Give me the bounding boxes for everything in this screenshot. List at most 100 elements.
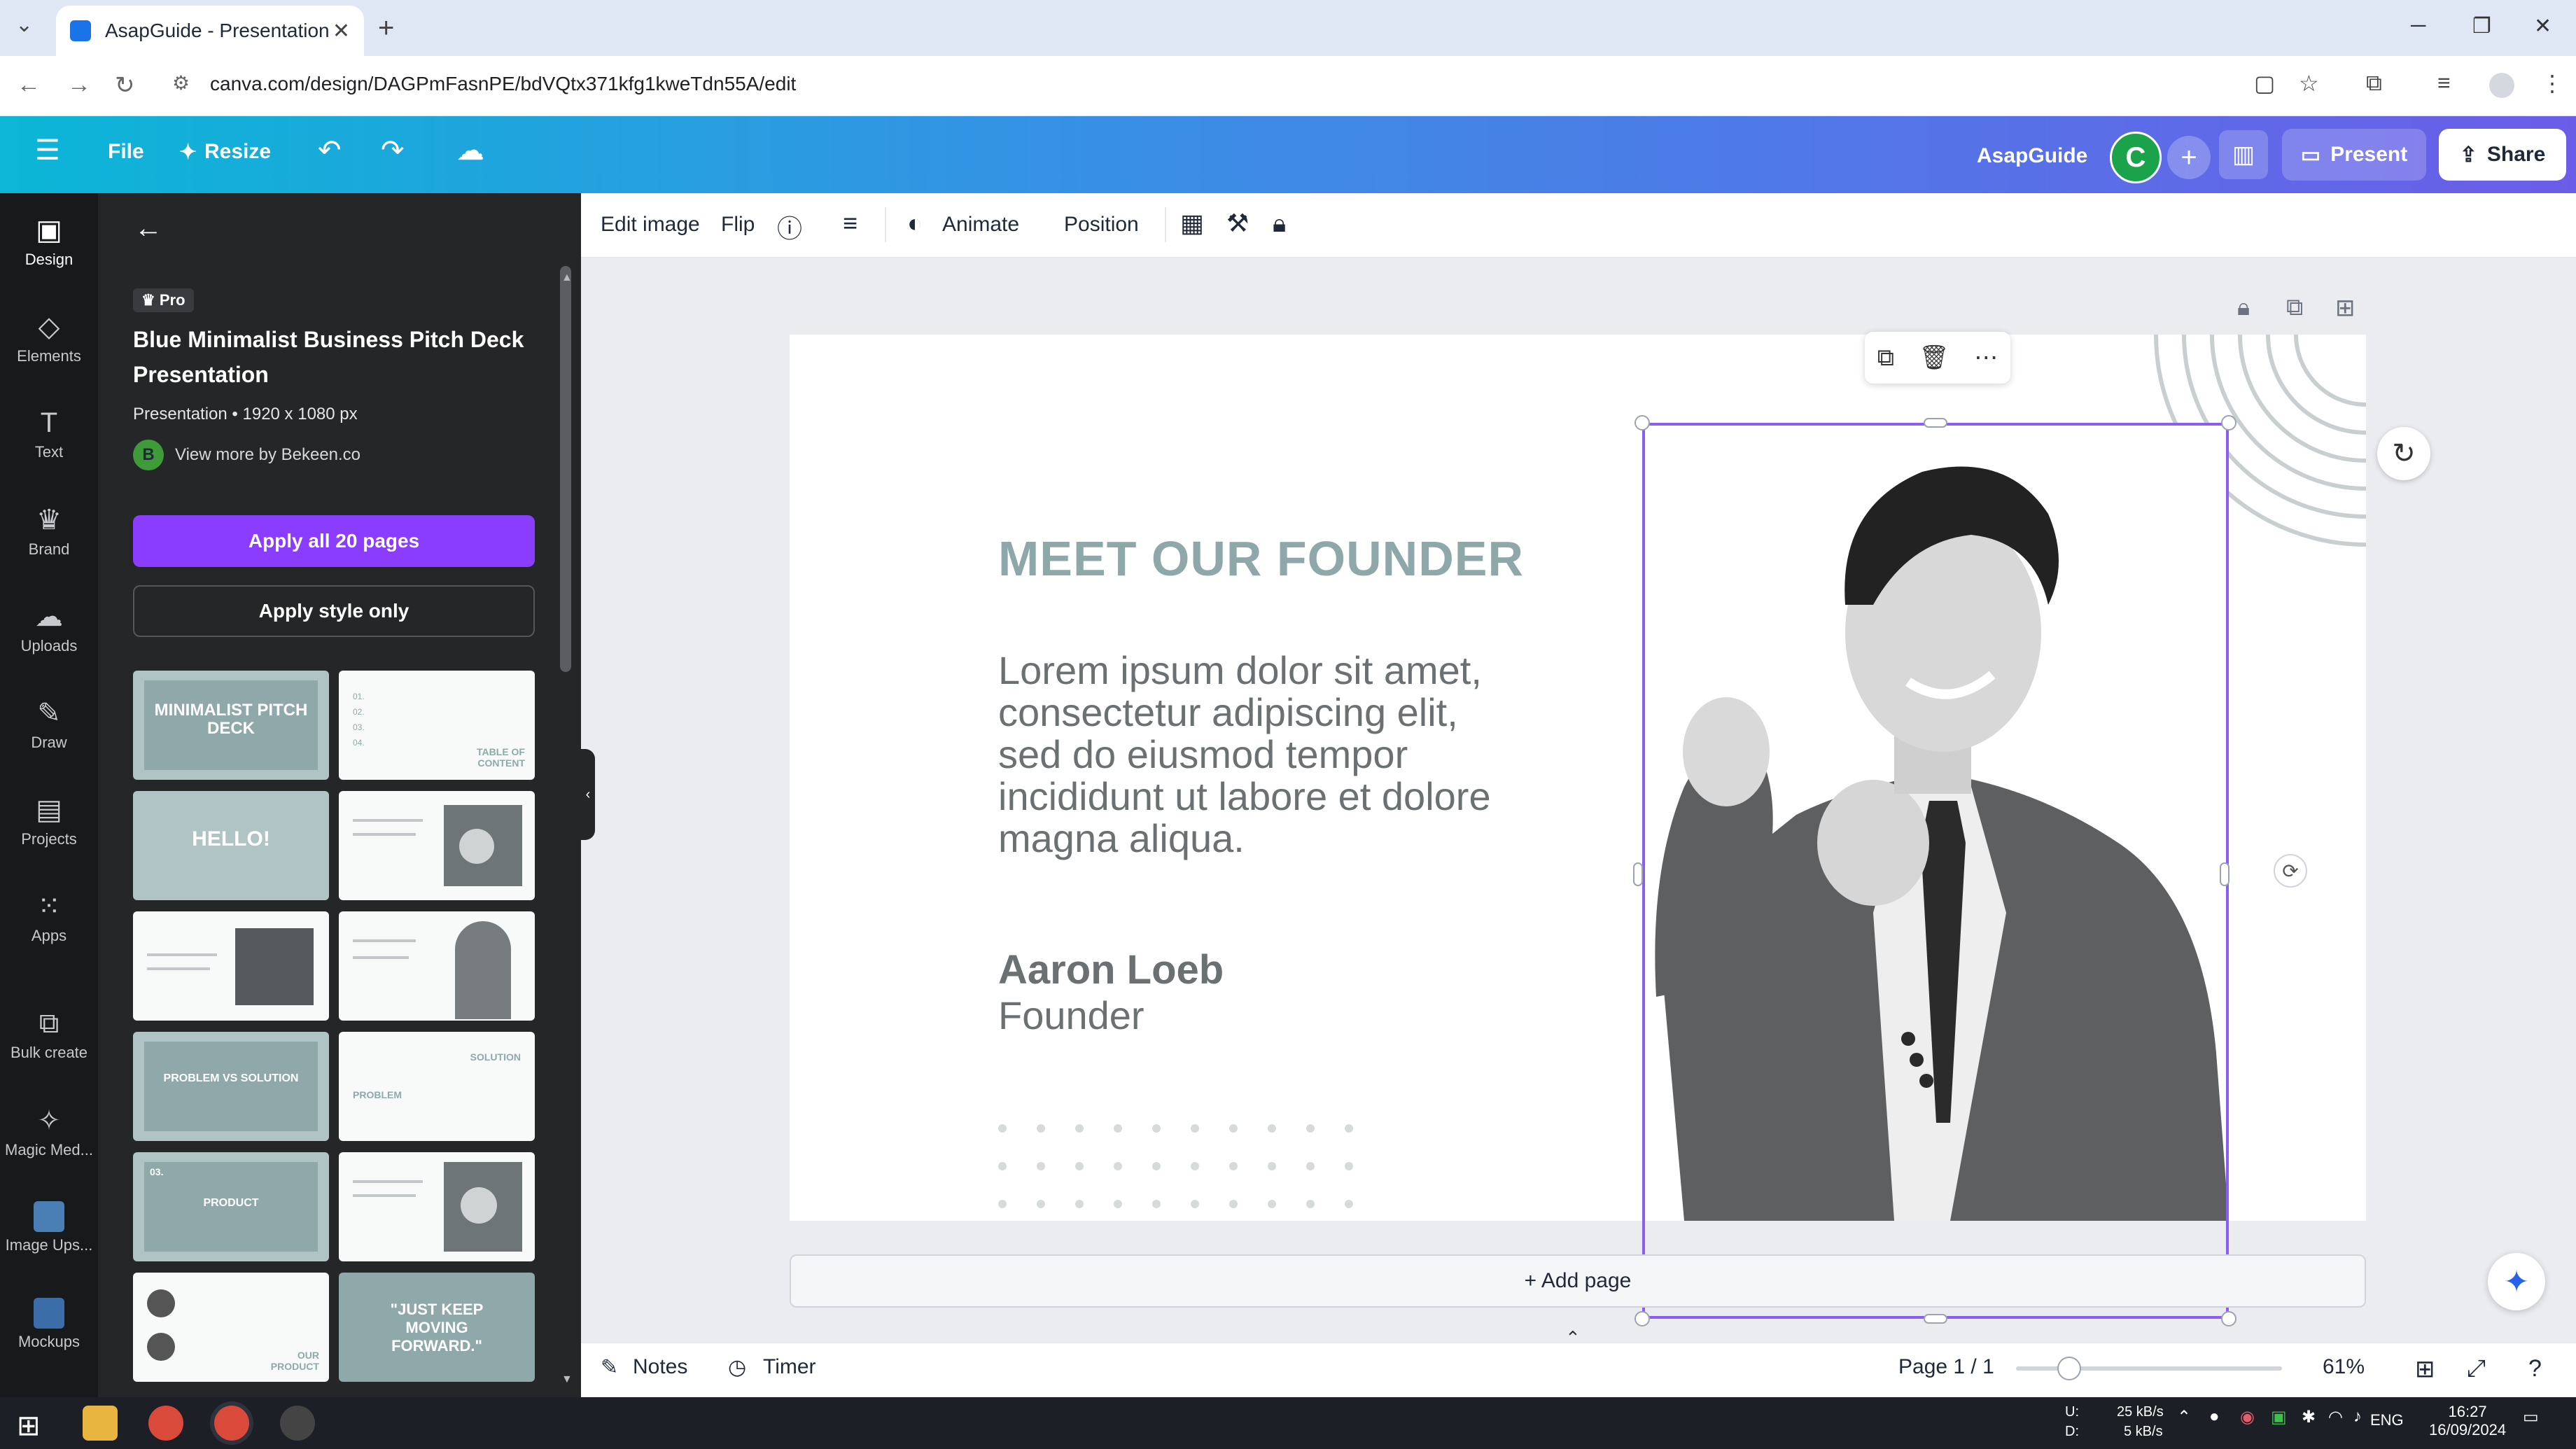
animate-button[interactable]: Animate (942, 213, 1019, 237)
clock[interactable]: 16:27 16/09/2024 (2429, 1403, 2506, 1439)
reload-icon[interactable]: ↻ (115, 71, 135, 99)
extensions-icon[interactable]: ⧉ (2366, 70, 2382, 97)
resize-handle-bottom-left[interactable] (1634, 1311, 1650, 1326)
rail-item-design[interactable]: ▣ Design (0, 214, 98, 269)
fullscreen-icon[interactable]: ⤢ (2467, 1355, 2486, 1382)
rail-item-projects[interactable]: ▤ Projects (0, 794, 98, 848)
slide-title[interactable]: MEET OUR FOUNDER (998, 531, 1524, 587)
resize-handle-left[interactable] (1633, 862, 1643, 886)
grid-view-icon[interactable]: ⊞ (2415, 1355, 2435, 1383)
forward-icon[interactable]: → (67, 71, 91, 99)
undo-icon[interactable]: ↶ (318, 134, 342, 167)
page-thumbnail-3[interactable]: HELLO! (133, 791, 329, 900)
edit-image-button[interactable]: Edit image (601, 213, 700, 237)
cloud-save-icon[interactable]: ☁ (456, 134, 484, 167)
slide-body-text[interactable]: Lorem ipsum dolor sit amet, consectetur … (998, 650, 1530, 860)
url-field[interactable]: canva.com/design/DAGPmFasnPE/bdVQtx371kf… (210, 73, 796, 95)
site-info-icon[interactable]: ⚙ (172, 71, 190, 94)
magic-assistant-icon[interactable]: ✦ (2488, 1253, 2545, 1310)
nvidia-icon[interactable]: ▣ (2271, 1407, 2287, 1427)
new-tab-icon[interactable]: + (378, 13, 394, 44)
start-windows-icon[interactable]: ⊞ (17, 1410, 41, 1442)
page-thumbnail-4[interactable] (339, 791, 535, 900)
close-window-icon[interactable]: ✕ (2534, 14, 2552, 38)
chrome-active-icon[interactable] (214, 1406, 249, 1441)
rotate-handle-icon[interactable]: ⟳ (2274, 854, 2307, 888)
page-indicator[interactable]: Page 1 / 1 (1898, 1355, 1994, 1379)
record-icon[interactable]: ◉ (2240, 1407, 2255, 1427)
flip-button[interactable]: Flip (721, 213, 755, 237)
resize-handle-bottom[interactable] (1924, 1314, 1947, 1324)
timer-button[interactable]: Timer (763, 1355, 816, 1379)
redo-icon[interactable]: ↷ (381, 134, 405, 167)
save-page-icon[interactable]: ▢ (2254, 70, 2275, 97)
collapse-panel-handle[interactable]: ‹ (581, 749, 595, 840)
notifications-icon[interactable]: ▭ (2523, 1407, 2539, 1427)
scroll-up-icon[interactable]: ▲ (561, 272, 573, 284)
profile-avatar[interactable] (2489, 73, 2514, 98)
zoom-level[interactable]: 61% (2323, 1355, 2365, 1379)
tab-search-icon[interactable]: ⌄ (15, 13, 33, 37)
user-avatar[interactable]: C (2110, 132, 2162, 183)
zoom-slider-knob[interactable] (2057, 1357, 2081, 1380)
help-icon[interactable]: ? (2528, 1355, 2542, 1382)
delete-icon[interactable]: 🗑︎ (1919, 344, 1949, 372)
rail-item-mockups[interactable]: Mockups (0, 1298, 98, 1351)
insights-chart-icon[interactable]: ▥ (2219, 130, 2268, 179)
rail-item-magic-media[interactable]: ✧ Magic Med... (0, 1105, 98, 1159)
rail-item-apps[interactable]: ⁙ Apps (0, 890, 98, 945)
copy-style-icon[interactable]: ⚒ (1226, 209, 1249, 238)
media-controls-icon[interactable]: ≡ (2437, 70, 2451, 96)
info-icon[interactable]: ⓘ (777, 209, 802, 245)
animate-icon[interactable]: ◐ (907, 209, 923, 238)
author-link[interactable]: View more by Bekeen.co (175, 445, 360, 465)
apply-all-pages-button[interactable]: Apply all 20 pages (133, 515, 535, 567)
resize-handle-bottom-right[interactable] (2221, 1311, 2236, 1326)
tray-chevron-icon[interactable]: ⌃ (2177, 1407, 2191, 1427)
rail-item-text[interactable]: T Text (0, 407, 98, 461)
obs-icon[interactable] (280, 1406, 315, 1441)
page-thumbnail-11[interactable]: OUR PRODUCT (133, 1273, 329, 1382)
back-arrow-icon[interactable]: ← (134, 213, 162, 244)
more-options-icon[interactable]: ⋯ (1974, 344, 1998, 372)
browser-menu-icon[interactable]: ⋮ (2541, 70, 2563, 97)
resize-handle-top[interactable] (1924, 418, 1947, 428)
share-button[interactable]: ⇪ Share (2439, 129, 2566, 181)
page-thumbnail-6[interactable] (339, 911, 535, 1021)
page-thumbnail-12[interactable]: "JUST KEEP MOVING FORWARD." (339, 1273, 535, 1382)
restore-icon[interactable]: ❐ (2472, 14, 2491, 38)
zoom-slider[interactable] (2016, 1366, 2282, 1371)
hamburger-menu-icon[interactable]: ☰ (35, 134, 60, 167)
page-thumbnail-2[interactable]: 01. 02. 03. 04. TABLE OF CONTENT (339, 671, 535, 780)
page-thumbnail-1[interactable]: MINIMALIST PITCH DECK (133, 671, 329, 780)
brand-name[interactable]: AsapGuide (1977, 144, 2087, 168)
apply-style-button[interactable]: Apply style only (133, 585, 535, 637)
page-thumbnail-10[interactable] (339, 1152, 535, 1261)
wifi-icon[interactable]: ◠ (2328, 1407, 2343, 1427)
bookmark-star-icon[interactable]: ☆ (2299, 70, 2319, 97)
transparency-icon[interactable]: ▦ (1180, 209, 1204, 238)
chrome-icon[interactable] (148, 1406, 183, 1441)
founder-name[interactable]: Aaron Loeb (998, 946, 1224, 993)
microphone-icon[interactable]: ● (2209, 1407, 2220, 1427)
bluetooth-icon[interactable]: ✱ (2302, 1407, 2316, 1427)
rail-item-draw[interactable]: ✎ Draw (0, 697, 98, 752)
minimize-icon[interactable]: ─ (2411, 14, 2426, 38)
magic-refresh-icon[interactable]: ↻ (2377, 427, 2430, 480)
resize-button[interactable]: Resize (204, 140, 271, 164)
lock-icon[interactable]: 🔒︎ (1273, 209, 1286, 239)
scroll-down-icon[interactable]: ▼ (561, 1373, 573, 1386)
resize-handle-top-left[interactable] (1634, 415, 1650, 430)
page-thumbnail-5[interactable] (133, 911, 329, 1021)
rail-item-uploads[interactable]: ☁ Uploads (0, 601, 98, 655)
rail-item-image-upscaler[interactable]: Image Ups... (0, 1201, 98, 1254)
position-button[interactable]: Position (1064, 213, 1139, 237)
file-explorer-icon[interactable] (83, 1406, 118, 1441)
back-icon[interactable]: ← (17, 71, 41, 99)
add-page-button[interactable]: + Add page (790, 1254, 2366, 1308)
rail-item-elements[interactable]: ◇ Elements (0, 311, 98, 365)
close-tab-icon[interactable]: ✕ (332, 19, 350, 43)
lock-page-icon[interactable]: 🔒︎ (2237, 294, 2250, 321)
notes-button[interactable]: Notes (633, 1355, 687, 1379)
page-thumbnail-7[interactable]: PROBLEM VS SOLUTION (133, 1032, 329, 1141)
